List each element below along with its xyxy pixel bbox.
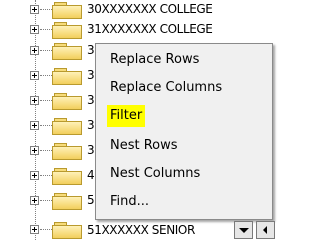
- tree-row-label[interactable]: 3: [87, 43, 95, 57]
- folder-icon: [52, 22, 82, 39]
- tree-row-label[interactable]: 51XXXXXX SENIOR: [87, 223, 232, 237]
- menu-item-filter[interactable]: Filter: [107, 105, 146, 127]
- tree-branch-line: [40, 150, 52, 151]
- tree-row[interactable]: 30XXXXXXX COLLEGE: [0, 0, 275, 20]
- plus-box-icon[interactable]: [30, 171, 39, 180]
- folder-icon: [52, 2, 82, 19]
- folder-icon: [52, 222, 82, 239]
- folder-icon: [52, 193, 82, 210]
- plus-box-icon[interactable]: [30, 196, 39, 205]
- tree-branch-line: [40, 200, 52, 201]
- arrow-left-icon[interactable]: [256, 221, 275, 239]
- plus-box-icon[interactable]: [30, 46, 39, 55]
- tree-branch-line: [40, 29, 52, 30]
- tree-row-label[interactable]: 3: [87, 68, 95, 82]
- menu-item-nest-rows[interactable]: Nest Rows: [110, 135, 178, 157]
- folder-icon: [52, 93, 82, 110]
- tree-branch-line: [40, 229, 52, 230]
- tree-branch-line: [40, 50, 52, 51]
- tree-row-label[interactable]: 4: [87, 168, 95, 182]
- menu-item-replace-columns[interactable]: Replace Columns: [110, 77, 222, 99]
- tree-row-label[interactable]: 30XXXXXXX COLLEGE: [87, 2, 213, 16]
- tree-branch-line: [40, 125, 52, 126]
- folder-icon: [52, 68, 82, 85]
- tree-branch-line: [40, 9, 52, 10]
- tree-row-label[interactable]: 3: [87, 118, 95, 132]
- plus-box-icon[interactable]: [30, 71, 39, 80]
- tree-row-label[interactable]: 5: [87, 193, 95, 207]
- folder-icon: [52, 43, 82, 60]
- menu-item-nest-columns[interactable]: Nest Columns: [110, 163, 200, 185]
- tree-row[interactable]: 31XXXXXXX COLLEGE: [0, 20, 275, 40]
- context-menu: Replace Rows Replace Columns Filter Nest…: [95, 43, 273, 220]
- tree-branch-line: [40, 100, 52, 101]
- tree-row-label[interactable]: 31XXXXXXX COLLEGE: [87, 22, 213, 36]
- plus-box-icon[interactable]: [30, 5, 39, 14]
- folder-icon: [52, 143, 82, 160]
- tree-branch-line: [40, 75, 52, 76]
- menu-item-replace-rows[interactable]: Replace Rows: [110, 49, 199, 71]
- tree-row-label[interactable]: 3: [87, 143, 95, 157]
- folder-icon: [52, 118, 82, 135]
- chevron-down-icon[interactable]: [234, 221, 253, 239]
- plus-box-icon[interactable]: [30, 25, 39, 34]
- folder-icon: [52, 168, 82, 185]
- plus-box-icon[interactable]: [30, 121, 39, 130]
- tree-branch-line: [40, 175, 52, 176]
- plus-box-icon[interactable]: [30, 225, 39, 234]
- tree-row-label[interactable]: 3: [87, 93, 95, 107]
- menu-item-find[interactable]: Find...: [110, 191, 149, 213]
- plus-box-icon[interactable]: [30, 96, 39, 105]
- plus-box-icon[interactable]: [30, 146, 39, 155]
